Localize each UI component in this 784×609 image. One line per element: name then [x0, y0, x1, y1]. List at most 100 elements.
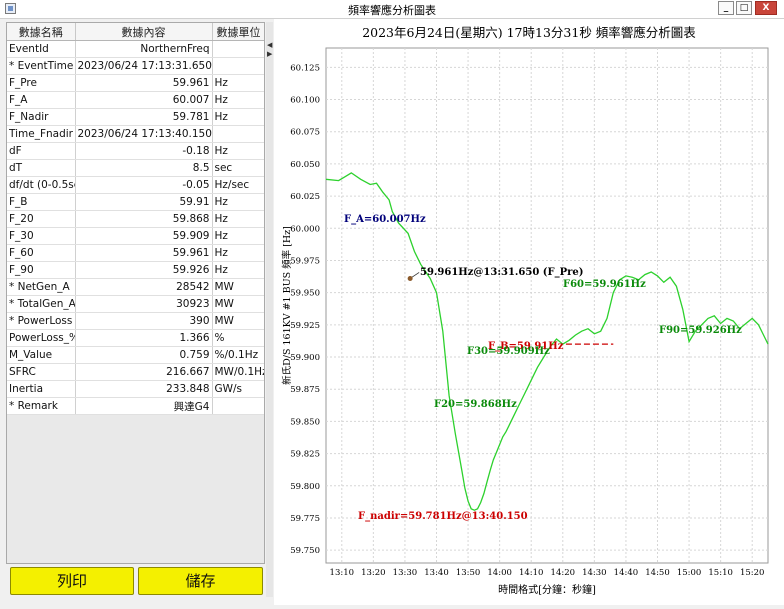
table-row[interactable]: PowerLoss_% 1.366%: [7, 329, 264, 347]
table-row[interactable]: Time_Fnadir 2023/06/24 17:13:40.150: [7, 125, 264, 143]
table-row[interactable]: F_90 59.926 Hz: [7, 261, 264, 279]
cell-unit[interactable]: MW/0.1Hz: [212, 363, 264, 381]
close-button[interactable]: X: [755, 1, 777, 15]
save-button[interactable]: 儲存: [138, 567, 263, 595]
splitter-arrow-right-icon[interactable]: ▶: [267, 50, 272, 58]
cell-value[interactable]: 1.366: [75, 329, 213, 347]
cell-name[interactable]: F_A: [7, 91, 76, 109]
cell-unit[interactable]: Hz: [212, 261, 264, 279]
cell-value[interactable]: 30923: [75, 295, 213, 313]
cell-value[interactable]: 233.848: [75, 380, 213, 398]
cell-name[interactable]: F_90: [7, 261, 76, 279]
cell-unit[interactable]: [212, 57, 264, 75]
table-row[interactable]: * TotalGen_A 30923 MW: [7, 295, 264, 313]
maximize-button[interactable]: □: [736, 1, 752, 15]
cell-unit[interactable]: MW: [212, 312, 264, 330]
table-row[interactable]: F_20 59.868 Hz: [7, 210, 264, 228]
cell-unit[interactable]: Hz: [212, 142, 264, 160]
cell-unit[interactable]: Hz: [212, 244, 264, 262]
cell-name[interactable]: F_B: [7, 193, 76, 211]
cell-name[interactable]: PowerLoss_%: [7, 329, 76, 347]
table-row[interactable]: F_Nadir 59.781 Hz: [7, 108, 264, 126]
cell-name[interactable]: SFRC: [7, 363, 76, 381]
cell-unit[interactable]: %/0.1Hz: [212, 346, 264, 364]
cell-value[interactable]: 60.007: [75, 91, 213, 109]
cell-name[interactable]: F_Pre: [7, 74, 76, 92]
cell-unit[interactable]: Hz: [212, 108, 264, 126]
cell-name[interactable]: F_30: [7, 227, 76, 245]
table-row[interactable]: dT 8.5 sec: [7, 159, 264, 177]
cell-value[interactable]: 390: [75, 312, 213, 330]
cell-name[interactable]: Inertia: [7, 380, 76, 398]
table-row[interactable]: F_A 60.007 Hz: [7, 91, 264, 109]
table-row[interactable]: M_Value 0.759 %/0.1Hz: [7, 346, 264, 364]
cell-name[interactable]: * PowerLoss: [7, 312, 76, 330]
cell-name[interactable]: F_60: [7, 244, 76, 262]
cell-unit[interactable]: MW: [212, 295, 264, 313]
cell-unit[interactable]: Hz: [212, 91, 264, 109]
cell-value[interactable]: 59.961: [75, 74, 213, 92]
cell-name[interactable]: df/dt (0-0.5sec): [7, 176, 76, 194]
table-row[interactable]: * EventTime 2023/06/24 17:13:31.650: [7, 57, 264, 75]
cell-value[interactable]: 59.909: [75, 227, 213, 245]
cell-unit[interactable]: [212, 397, 264, 415]
cell-value[interactable]: 2023/06/24 17:13:40.150: [75, 125, 213, 143]
cell-value[interactable]: 28542: [75, 278, 213, 296]
cell-unit[interactable]: sec: [212, 159, 264, 177]
cell-name[interactable]: * EventTime: [7, 57, 76, 75]
table-row[interactable]: * NetGen_A 28542 MW: [7, 278, 264, 296]
column-header-unit[interactable]: 數據單位: [212, 23, 264, 41]
table-row[interactable]: F_B 59.91 Hz: [7, 193, 264, 211]
table-row[interactable]: * Remark 興達G4: [7, 397, 264, 415]
table-row[interactable]: F_30 59.909 Hz: [7, 227, 264, 245]
table-row[interactable]: EventId NorthernFreq: [7, 40, 264, 58]
frequency-chart: 60.125 60.100 60.075 60.050 60.025 60.000 59.9…: [281, 47, 769, 596]
cell-value[interactable]: 216.667: [75, 363, 213, 381]
cell-unit[interactable]: GW/s: [212, 380, 264, 398]
cell-value[interactable]: 59.868: [75, 210, 213, 228]
cell-unit[interactable]: %: [212, 329, 264, 347]
cell-name[interactable]: dT: [7, 159, 76, 177]
table-row[interactable]: * PowerLoss 390 MW: [7, 312, 264, 330]
cell-unit[interactable]: Hz: [212, 227, 264, 245]
cell-value[interactable]: -0.05: [75, 176, 213, 194]
cell-name[interactable]: F_20: [7, 210, 76, 228]
cell-unit[interactable]: MW: [212, 278, 264, 296]
cell-value[interactable]: NorthernFreq: [75, 40, 213, 58]
print-button[interactable]: 列印: [10, 567, 134, 595]
table-row[interactable]: F_Pre 59.961 Hz: [7, 74, 264, 92]
cell-name[interactable]: dF: [7, 142, 76, 160]
column-header-value[interactable]: 數據內容: [75, 23, 213, 41]
cell-name[interactable]: Time_Fnadir: [7, 125, 76, 143]
splitter-arrow-left-icon[interactable]: ◀: [267, 41, 272, 49]
cell-unit[interactable]: Hz/sec: [212, 176, 264, 194]
cell-value[interactable]: 59.926: [75, 261, 213, 279]
cell-unit[interactable]: [212, 125, 264, 143]
table-row[interactable]: df/dt (0-0.5sec)-0.05Hz/sec: [7, 176, 264, 194]
cell-value[interactable]: 興達G4: [75, 397, 213, 415]
cell-name[interactable]: * Remark: [7, 397, 76, 415]
cell-value[interactable]: 59.961: [75, 244, 213, 262]
cell-unit[interactable]: Hz: [212, 74, 264, 92]
cell-value[interactable]: -0.18: [75, 142, 213, 160]
cell-name[interactable]: M_Value: [7, 346, 76, 364]
cell-value[interactable]: 0.759: [75, 346, 213, 364]
cell-value[interactable]: 59.91: [75, 193, 213, 211]
cell-name[interactable]: * NetGen_A: [7, 278, 76, 296]
cell-unit[interactable]: Hz: [212, 210, 264, 228]
panel-splitter[interactable]: ◀ ▶: [266, 22, 273, 597]
table-row[interactable]: F_60 59.961 Hz: [7, 244, 264, 262]
cell-value[interactable]: 59.781: [75, 108, 213, 126]
cell-unit[interactable]: Hz: [212, 193, 264, 211]
cell-value[interactable]: 8.5: [75, 159, 213, 177]
table-row[interactable]: SFRC 216.667 MW/0.1Hz: [7, 363, 264, 381]
table-row[interactable]: Inertia 233.848 GW/s: [7, 380, 264, 398]
cell-name[interactable]: * TotalGen_A: [7, 295, 76, 313]
cell-value[interactable]: 2023/06/24 17:13:31.650: [75, 57, 213, 75]
cell-name[interactable]: F_Nadir: [7, 108, 76, 126]
table-row[interactable]: dF -0.18 Hz: [7, 142, 264, 160]
minimize-button[interactable]: _: [718, 1, 734, 15]
cell-name[interactable]: EventId: [7, 40, 76, 58]
column-header-name[interactable]: 數據名稱: [7, 23, 76, 41]
cell-unit[interactable]: [212, 40, 264, 58]
